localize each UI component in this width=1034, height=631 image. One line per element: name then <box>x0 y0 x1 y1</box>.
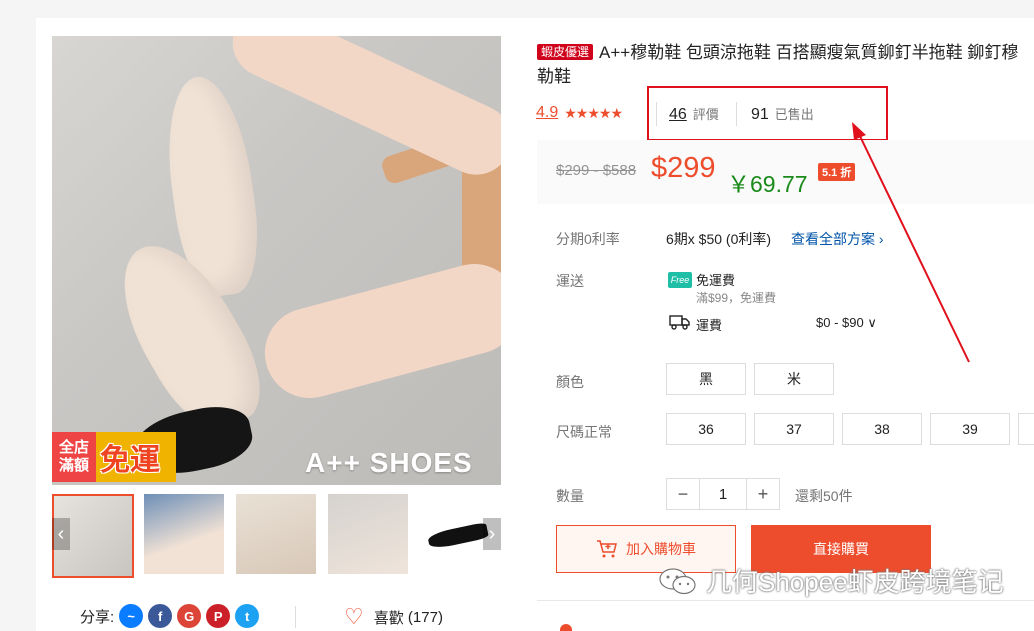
annotation-arrow <box>852 122 970 363</box>
